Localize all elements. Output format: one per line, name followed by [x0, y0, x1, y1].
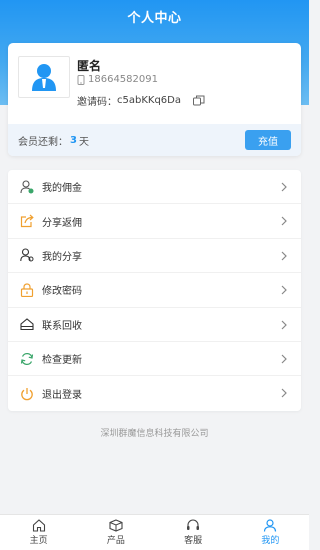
commission-user-icon — [20, 180, 34, 194]
bottom-tab-bar: 主页 产品 客服 我的 — [0, 514, 309, 550]
tab-products[interactable]: 产品 — [77, 515, 154, 550]
menu-item-change-password[interactable]: 修改密码 — [8, 273, 301, 308]
share-icon — [20, 214, 34, 228]
menu-label: 退出登录 — [42, 390, 82, 402]
menu-item-commission[interactable]: 我的佣金 — [8, 170, 301, 205]
tab-label: 主页 — [29, 536, 48, 546]
membership-prefix: 会员还剩： — [18, 136, 68, 148]
refresh-icon — [20, 352, 34, 366]
invite-row: 邀请码： c5abKKq6Da — [77, 93, 205, 108]
page-title: 个人中心 — [127, 11, 182, 26]
menu-label: 检查更新 — [42, 355, 82, 367]
phone-row: 18664582091 — [77, 74, 158, 85]
copy-icon[interactable] — [193, 95, 205, 106]
phone-icon — [77, 74, 85, 85]
box-icon — [109, 519, 123, 532]
tab-label: 我的 — [261, 536, 280, 546]
recycle-contact-icon — [20, 317, 34, 331]
menu-item-my-share[interactable]: 我的分享 — [8, 239, 301, 274]
home-icon — [32, 519, 45, 532]
invite-code: c5abKKq6Da — [117, 95, 181, 106]
tab-mine[interactable]: 我的 — [232, 515, 309, 550]
menu-item-share-commission[interactable]: 分享返佣 — [8, 204, 301, 239]
profile-card: 匿名 18664582091 邀请码： c5abKKq6Da 会员还剩： 3 天… — [8, 43, 301, 156]
chevron-right-icon — [281, 354, 287, 364]
avatar[interactable] — [18, 56, 70, 98]
users-share-icon — [20, 248, 34, 262]
menu-label: 联系回收 — [42, 320, 82, 332]
tab-service[interactable]: 客服 — [155, 515, 232, 550]
person-icon — [264, 519, 277, 532]
menu-list: 我的佣金 分享返佣 我的分享 修改密码 联系回收 检查更新 退出登录 — [8, 170, 301, 411]
menu-label: 修改密码 — [42, 286, 82, 298]
phone-number: 18664582091 — [88, 74, 158, 85]
tab-home[interactable]: 主页 — [0, 515, 77, 550]
menu-label: 分享返佣 — [42, 217, 82, 229]
headset-icon — [187, 519, 200, 530]
chevron-right-icon — [281, 388, 287, 398]
menu-label: 我的佣金 — [42, 183, 82, 195]
menu-item-check-update[interactable]: 检查更新 — [8, 342, 301, 377]
user-name: 匿名 — [77, 59, 102, 73]
membership-bar: 会员还剩： 3 天 充值 — [8, 124, 301, 156]
chevron-right-icon — [281, 285, 287, 295]
menu-item-logout[interactable]: 退出登录 — [8, 376, 301, 410]
membership-days: 3 — [70, 134, 77, 146]
tab-label: 客服 — [184, 536, 203, 546]
chevron-right-icon — [281, 320, 287, 330]
chevron-right-icon — [281, 251, 287, 261]
invite-label: 邀请码： — [77, 97, 117, 108]
menu-label: 我的分享 — [42, 251, 82, 263]
chevron-right-icon — [281, 216, 287, 226]
lock-icon — [20, 283, 34, 297]
membership-suffix: 天 — [78, 136, 89, 148]
recharge-button[interactable]: 充值 — [245, 130, 291, 150]
company-name: 深圳群魔信息科技有限公司 — [100, 429, 209, 439]
menu-item-contact-recycle[interactable]: 联系回收 — [8, 308, 301, 342]
user-avatar-icon — [32, 64, 56, 91]
tab-label: 产品 — [106, 536, 125, 546]
power-icon — [20, 387, 34, 401]
chevron-right-icon — [281, 182, 287, 192]
